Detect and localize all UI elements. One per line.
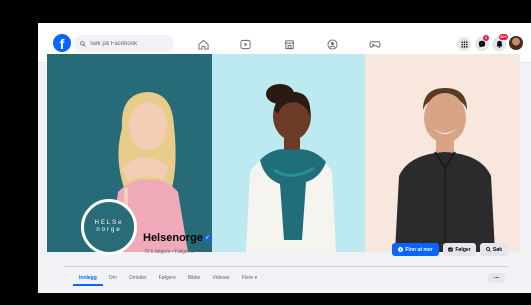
messenger-badge: 1 [483, 35, 489, 41]
logo-text-bottom: norge [96, 227, 122, 233]
page-tabs: Innlegg Om Omtaler Følgere Bilder Videoe… [73, 274, 263, 286]
account-avatar[interactable] [509, 36, 523, 50]
cover-person-woman [246, 84, 336, 252]
following-label: Følger [455, 246, 471, 253]
more-options-button[interactable]: ... [488, 273, 505, 283]
profile-divider [63, 266, 508, 267]
verified-badge-icon: ✓ [204, 235, 211, 242]
tab-videos[interactable]: Videoer [207, 274, 236, 286]
tab-reviews[interactable]: Omtaler [123, 274, 153, 286]
logo-text-top: HELSe [94, 220, 124, 226]
search-icon [486, 247, 491, 252]
gaming-icon[interactable] [368, 37, 382, 51]
tab-followers[interactable]: Følgere [153, 274, 182, 286]
home-icon[interactable] [196, 37, 210, 51]
page-title: Helsenorge [143, 232, 203, 244]
page-search-label: Søk [492, 246, 503, 253]
find-out-more-label: Finn ut mer [405, 246, 433, 253]
groups-icon[interactable] [325, 37, 339, 51]
following-button[interactable]: Følger [443, 243, 476, 256]
notifications-badge: 20+ [499, 34, 508, 40]
search-input[interactable] [90, 40, 170, 47]
following-check-icon [448, 247, 454, 252]
page-search-button[interactable]: Søk [480, 243, 508, 256]
video-icon[interactable] [238, 37, 252, 51]
search-icon [80, 40, 86, 47]
facebook-page-window: f 1 20+ [38, 23, 531, 293]
follower-stats[interactable]: 70 k følgere • Følger 9 [144, 249, 194, 255]
info-icon [398, 247, 404, 252]
tab-more[interactable]: Flere ▾ [236, 274, 263, 286]
find-out-more-button[interactable]: Finn ut mer [392, 243, 439, 256]
tab-photos[interactable]: Bilder [182, 274, 207, 286]
marketplace-icon[interactable] [282, 37, 296, 51]
profile-picture[interactable]: HELSe norge [81, 199, 137, 255]
tab-about[interactable]: Om [103, 274, 123, 286]
cover-person-man [395, 88, 495, 252]
facebook-logo-icon[interactable]: f [53, 34, 71, 52]
search-box[interactable] [74, 35, 174, 52]
menu-grid-icon[interactable] [457, 37, 471, 51]
tab-posts[interactable]: Innlegg [73, 274, 103, 286]
